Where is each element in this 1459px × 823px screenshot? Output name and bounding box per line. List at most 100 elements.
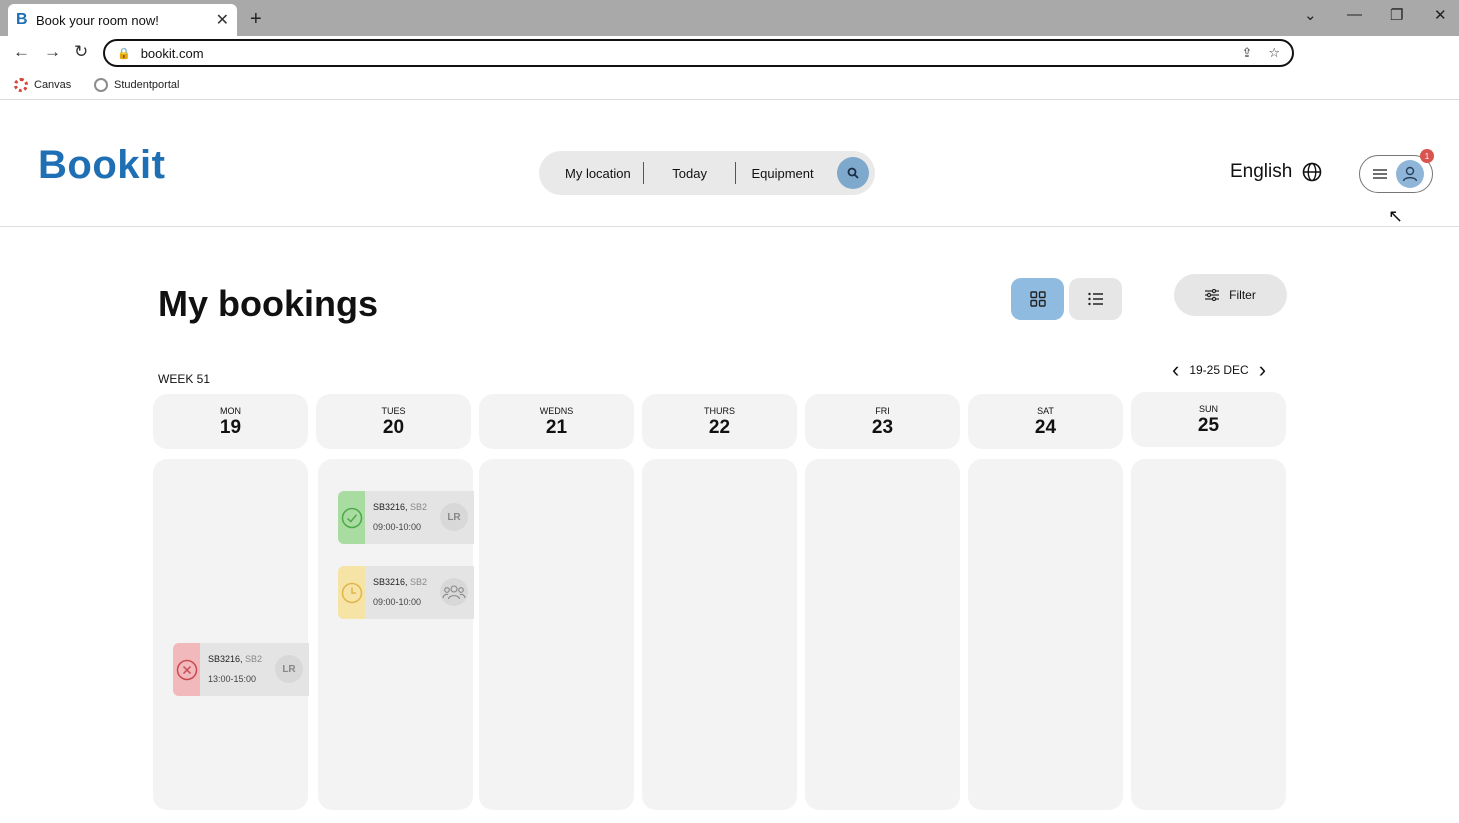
room-code: SB3216,	[373, 577, 408, 587]
share-icon[interactable]: ⇪	[1241, 45, 1252, 61]
bookmark-canvas[interactable]: Canvas	[14, 78, 71, 92]
booking-card-cancelled[interactable]: SB3216, SB2 13:00-15:00 LR	[173, 643, 309, 696]
day-name: SAT	[1037, 406, 1054, 416]
booking-tag	[440, 578, 468, 606]
url-text: bookit.com	[140, 45, 204, 61]
day-header-thu[interactable]: THURS 22	[642, 394, 797, 449]
day-column-mon[interactable]	[153, 459, 308, 810]
search-button[interactable]	[837, 157, 869, 189]
list-icon	[1087, 292, 1103, 306]
grid-view-button[interactable]	[1011, 278, 1064, 320]
tab-search-chevron-icon[interactable]: ⌄	[1304, 6, 1317, 24]
address-bar-row: ← → ↻ 🔒 bookit.com ⇪ ☆	[0, 36, 1459, 70]
booking-room: SB3216, SB2	[373, 502, 427, 512]
clock-icon	[341, 582, 362, 603]
booking-card-pending[interactable]: SB3216, SB2 09:00-10:00	[338, 566, 474, 619]
status-strip	[173, 643, 200, 696]
day-name: FRI	[875, 406, 890, 416]
day-column-wed[interactable]	[479, 459, 634, 810]
new-tab-icon[interactable]: +	[250, 8, 262, 31]
back-icon[interactable]: ←	[13, 42, 30, 62]
day-column-sat[interactable]	[968, 459, 1123, 810]
tab-title: Book your room now!	[36, 12, 159, 28]
booking-room: SB3216, SB2	[373, 577, 427, 587]
room-code: SB3216,	[208, 654, 243, 664]
profile-menu-button[interactable]: 1	[1359, 149, 1434, 193]
canvas-icon	[14, 78, 28, 92]
bookit-logo[interactable]: Bookit	[38, 143, 165, 188]
location-field[interactable]: My location	[553, 166, 643, 181]
building-code: SB2	[410, 502, 428, 512]
notification-badge: 1	[1420, 149, 1434, 163]
day-header-wed[interactable]: WEDNS 21	[479, 394, 634, 449]
booking-time: 09:00-10:00	[373, 522, 422, 532]
booking-tag: LR	[275, 655, 303, 683]
bookmark-star-icon[interactable]: ☆	[1268, 45, 1280, 61]
grid-icon	[1029, 291, 1046, 307]
bookit-favicon-icon: B	[16, 11, 28, 28]
booking-card-confirmed[interactable]: SB3216, SB2 09:00-10:00 LR	[338, 491, 474, 544]
room-code: SB3216,	[373, 502, 408, 512]
day-header-sat[interactable]: SAT 24	[968, 394, 1123, 449]
day-name: TUES	[381, 406, 406, 416]
day-date: 19	[219, 417, 242, 438]
next-week-icon[interactable]: ›	[1259, 359, 1266, 381]
browser-tab-bar: B Book your room now! ✕ + ⌄ — ❐ ✕	[0, 0, 1459, 36]
booking-time: 13:00-15:00	[208, 674, 257, 684]
status-strip	[338, 491, 365, 544]
week-label: WEEK 51	[158, 372, 211, 386]
group-icon	[442, 585, 466, 600]
studentportal-icon	[94, 78, 108, 92]
globe-icon	[1303, 162, 1322, 182]
previous-week-icon[interactable]: ‹	[1172, 359, 1179, 381]
day-date: 20	[382, 417, 405, 438]
day-name: THURS	[704, 406, 735, 416]
day-column-sun[interactable]	[1131, 459, 1286, 810]
bookmark-label: Canvas	[34, 79, 72, 91]
status-strip	[338, 566, 365, 619]
list-view-button[interactable]	[1069, 278, 1122, 320]
url-input[interactable]: 🔒 bookit.com ⇪ ☆	[103, 39, 1294, 67]
avatar	[1395, 160, 1424, 188]
building-code: SB2	[245, 654, 263, 664]
x-circle-icon	[176, 659, 197, 680]
day-header-sun[interactable]: SUN 25	[1131, 392, 1286, 447]
restore-icon[interactable]: ❐	[1390, 6, 1403, 24]
filter-label: Filter	[1229, 288, 1256, 302]
booking-room: SB3216, SB2	[208, 654, 262, 664]
forward-icon[interactable]: →	[44, 42, 61, 62]
site-header: Bookit My location Today Equipment Engli…	[0, 101, 1459, 227]
day-header-mon[interactable]: MON 19	[153, 394, 308, 449]
browser-tab[interactable]: B Book your room now! ✕	[8, 4, 237, 36]
language-selector[interactable]: English	[1230, 161, 1322, 183]
user-icon	[1402, 166, 1417, 182]
bookmark-studentportal[interactable]: Studentportal	[94, 78, 179, 92]
minimize-icon[interactable]: —	[1347, 6, 1362, 23]
day-header-fri[interactable]: FRI 23	[805, 394, 960, 449]
week-navigator: ‹ 19-25 DEC ›	[1172, 359, 1266, 381]
hamburger-icon	[1372, 169, 1387, 179]
day-date: 24	[1034, 417, 1057, 438]
date-field[interactable]: Today	[644, 166, 735, 181]
bookmarks-bar: Canvas Studentportal	[0, 70, 1459, 100]
day-name: WEDNS	[539, 406, 574, 416]
filter-button[interactable]: Filter	[1174, 274, 1287, 316]
mouse-cursor-icon: ↖	[1388, 206, 1404, 226]
lock-icon: 🔒	[117, 47, 131, 60]
day-date: 22	[708, 417, 731, 438]
date-range: 19-25 DEC	[1189, 363, 1249, 377]
equipment-field[interactable]: Equipment	[736, 166, 825, 181]
day-column-thu[interactable]	[642, 459, 797, 810]
booking-time: 09:00-10:00	[373, 597, 422, 607]
day-column-fri[interactable]	[805, 459, 960, 810]
day-date: 23	[871, 417, 894, 438]
close-tab-icon[interactable]: ✕	[216, 10, 229, 30]
sliders-icon	[1205, 289, 1220, 301]
day-header-tue[interactable]: TUES 20	[316, 394, 471, 449]
bookmark-label: Studentportal	[114, 79, 180, 91]
day-name: MON	[220, 406, 241, 416]
check-circle-icon	[341, 507, 362, 528]
close-window-icon[interactable]: ✕	[1434, 6, 1447, 24]
reload-icon[interactable]: ↻	[74, 42, 88, 62]
language-label: English	[1230, 161, 1293, 182]
